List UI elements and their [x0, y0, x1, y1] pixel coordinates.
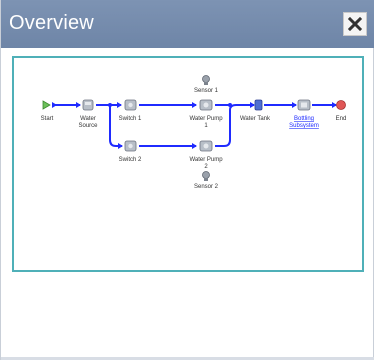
pipe-pump2-merge — [215, 104, 254, 147]
node-bottling-subsystem-label-2[interactable]: Subsystem — [289, 123, 319, 129]
pump-icon — [199, 99, 213, 111]
node-water-pump-2-label-1: Water Pump — [189, 157, 223, 163]
node-water-pump-1-label-2: 1 — [204, 123, 208, 129]
node-sensor-1[interactable]: Sensor 1 — [194, 75, 219, 95]
node-water-source-label-1: Water — [80, 116, 96, 122]
panel-title: Overview — [9, 12, 94, 34]
node-switch-2-label: Switch 2 — [119, 157, 142, 163]
node-sensor-2[interactable]: Sensor 2 — [194, 171, 219, 191]
close-button[interactable] — [343, 12, 367, 36]
node-switch-1-label: Switch 1 — [119, 116, 142, 122]
start-icon — [42, 100, 51, 110]
node-switch-2[interactable]: Switch 2 — [119, 140, 142, 163]
valve-icon — [82, 99, 94, 111]
node-switch-1[interactable]: Switch 1 — [119, 99, 142, 122]
node-start[interactable]: Start — [41, 100, 54, 122]
title-bar: Overview — [1, 0, 374, 48]
node-sensor-2-label: Sensor 2 — [194, 184, 219, 190]
node-water-pump-2-label-2: 2 — [204, 164, 208, 170]
node-sensor-1-label: Sensor 1 — [194, 88, 219, 94]
end-icon — [336, 100, 346, 110]
subsystem-icon — [297, 99, 311, 111]
sensor-icon — [202, 75, 210, 85]
overview-panel: Overview Start Water Source Switch 1 Swi… — [0, 0, 374, 360]
pump-icon — [199, 140, 213, 152]
sensor-icon — [202, 171, 210, 181]
node-water-tank-label: Water Tank — [240, 116, 271, 122]
node-water-source-label-2: Source — [78, 123, 98, 129]
pipe-branch-lower — [109, 105, 122, 147]
node-end-label: End — [336, 116, 347, 122]
node-start-label: Start — [41, 116, 54, 122]
switch-icon — [124, 140, 137, 152]
node-water-pump-1-label-1: Water Pump — [189, 116, 223, 122]
overview-map-frame[interactable]: Start Water Source Switch 1 Switch 2 Sen… — [12, 56, 364, 272]
node-water-tank[interactable]: Water Tank — [240, 99, 271, 122]
close-icon — [348, 17, 362, 31]
tank-icon — [254, 99, 263, 111]
node-bottling-subsystem-label-1[interactable]: Bottling — [294, 116, 314, 122]
empty-content-area — [3, 275, 373, 355]
node-water-source[interactable]: Water Source — [78, 99, 98, 129]
node-end[interactable]: End — [336, 100, 347, 123]
switch-icon — [124, 99, 137, 111]
process-diagram: Start Water Source Switch 1 Switch 2 Sen… — [41, 75, 347, 191]
